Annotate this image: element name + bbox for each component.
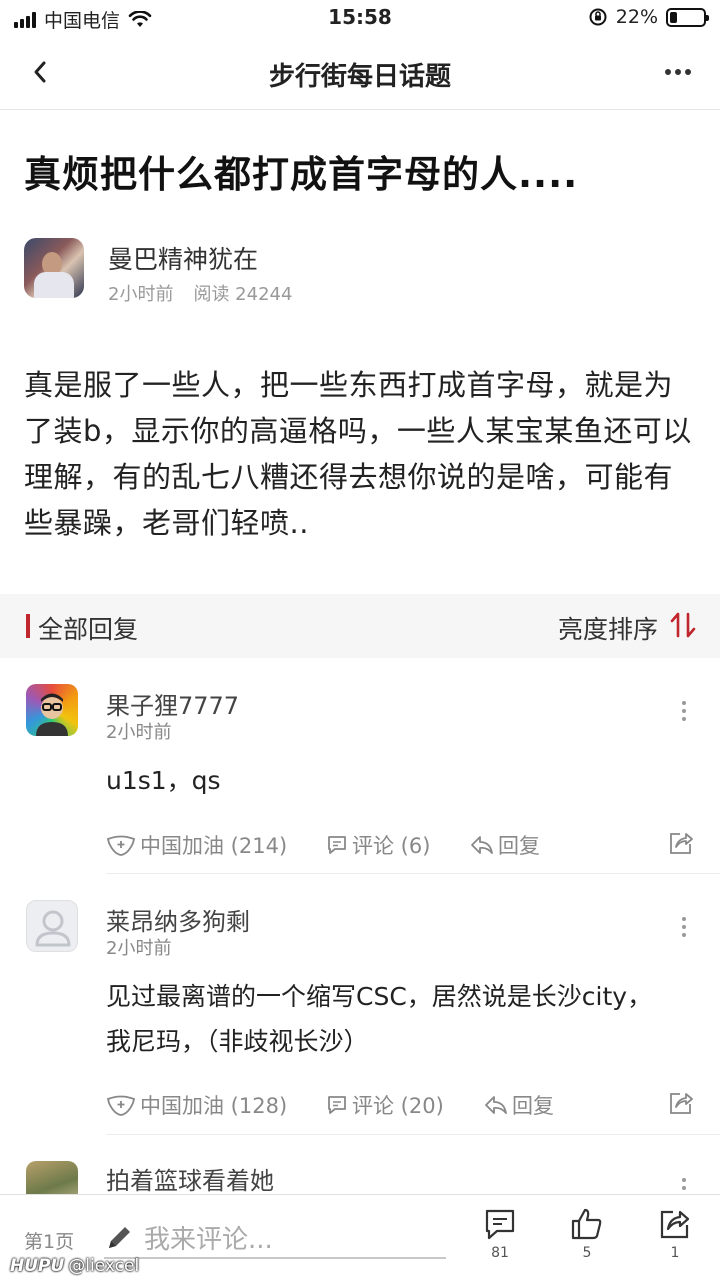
comment-item: 莱昂纳多狗剩 2小时前 见过最离谱的一个缩写CSC，居然说是长沙city，我尼玛… xyxy=(0,874,720,1134)
post-title: 真烦把什么都打成首字母的人.... xyxy=(24,153,579,196)
likes-count: 5 xyxy=(582,1245,592,1261)
cheer-label: 中国加油 (214) xyxy=(140,834,288,858)
comment-item: 果子狸7777 2小时前 u1s1，qs 中国加油 (214) 评论 (6) 回… xyxy=(0,658,720,873)
share-icon xyxy=(660,1210,690,1239)
sort-icon[interactable] xyxy=(668,610,698,640)
commenter-name[interactable]: 拍着篮球看着她 xyxy=(106,1161,274,1194)
post-body: 真是服了一些人，把一些东西打成首字母，就是为了装b，显示你的高逼格吗，一些人某宝… xyxy=(24,368,692,540)
default-avatar-icon xyxy=(35,910,71,947)
watermark-handle: @liexcel xyxy=(68,1256,140,1276)
comments-button[interactable]: 81 xyxy=(470,1207,530,1261)
author-avatar[interactable] xyxy=(24,238,84,298)
comment-actions: 中国加油 (128) 评论 (20) 回复 xyxy=(106,1090,696,1120)
comment-time: 2小时前 xyxy=(106,938,172,959)
author-name[interactable]: 曼巴精神犹在 xyxy=(108,240,258,276)
cheer-button[interactable]: 中国加油 (214) xyxy=(106,830,287,860)
comment-count-label: 评论 (6) xyxy=(352,834,431,858)
back-button[interactable] xyxy=(22,54,58,90)
cheer-label: 中国加油 (128) xyxy=(140,1094,288,1118)
chevron-left-icon xyxy=(34,61,46,83)
share-button[interactable] xyxy=(668,1090,694,1116)
comment-more-button[interactable] xyxy=(674,696,694,726)
post-meta: 2小时前 阅读 24244 xyxy=(108,280,292,306)
more-horizontal-icon xyxy=(665,69,691,75)
commenter-avatar[interactable] xyxy=(26,900,78,952)
nav-bar: 步行街每日话题 xyxy=(0,36,720,110)
commenter-avatar[interactable] xyxy=(26,1161,78,1194)
pen-icon xyxy=(109,1227,130,1248)
status-bar: 中国电信 15:58 22% xyxy=(0,0,720,36)
more-button[interactable] xyxy=(658,54,698,90)
cheer-icon xyxy=(106,835,136,856)
section-accent-bar xyxy=(26,614,30,638)
share-icon xyxy=(670,1093,693,1114)
shares-count: 1 xyxy=(670,1245,680,1261)
watermark: HUPU @liexcel xyxy=(10,1256,139,1276)
avatar-face-icon xyxy=(36,693,68,736)
comment-icon xyxy=(328,1096,346,1114)
nav-title: 步行街每日话题 xyxy=(268,62,451,92)
reply-button[interactable]: 回复 xyxy=(470,830,540,860)
post-time: 2小时前 xyxy=(108,284,174,305)
comment-text: u1s1，qs xyxy=(106,766,221,795)
reply-button[interactable]: 回复 xyxy=(484,1090,554,1120)
comment-more-button[interactable] xyxy=(674,1173,694,1194)
battery-percent: 22% xyxy=(615,6,658,28)
commenter-name[interactable]: 莱昂纳多狗剩 xyxy=(106,902,250,937)
commenter-avatar[interactable] xyxy=(26,684,78,736)
comment-button[interactable]: 评论 (6) xyxy=(326,830,430,860)
comment-button[interactable]: 评论 (20) xyxy=(326,1090,444,1120)
cheer-button[interactable]: 中国加油 (128) xyxy=(106,1090,287,1120)
comment-item: 拍着篮球看着她 xyxy=(0,1135,720,1194)
reply-icon xyxy=(485,1096,507,1114)
comments-icon xyxy=(485,1209,515,1240)
share-icon xyxy=(670,833,693,854)
thumbs-up-icon xyxy=(571,1208,602,1240)
watermark-brand: HUPU xyxy=(10,1256,65,1276)
status-right: 22% xyxy=(588,6,709,28)
post-reads: 阅读 24244 xyxy=(193,284,293,305)
comment-actions: 中国加油 (214) 评论 (6) 回复 xyxy=(106,830,696,860)
reply-label: 回复 xyxy=(512,1094,554,1118)
rotation-lock-icon xyxy=(589,8,607,26)
comments-count: 81 xyxy=(491,1245,509,1261)
reply-icon xyxy=(471,836,493,854)
cheer-icon xyxy=(106,1095,136,1116)
replies-title: 全部回复 xyxy=(38,615,139,644)
like-button[interactable]: 5 xyxy=(557,1207,617,1261)
sort-button[interactable]: 亮度排序 xyxy=(558,610,658,646)
reply-label: 回复 xyxy=(498,834,540,858)
commenter-name[interactable]: 果子狸7777 xyxy=(106,686,239,721)
comment-more-button[interactable] xyxy=(674,912,694,942)
replies-header: 全部回复 亮度排序 xyxy=(0,594,720,658)
page-indicator[interactable]: 第1页 xyxy=(24,1227,74,1254)
comment-icon xyxy=(328,836,346,854)
share-post-button[interactable]: 1 xyxy=(645,1207,705,1261)
input-underline xyxy=(104,1257,446,1259)
comment-count-label: 评论 (20) xyxy=(352,1094,444,1118)
share-button[interactable] xyxy=(668,830,694,856)
comment-time: 2小时前 xyxy=(106,722,172,743)
comment-text: 见过最离谱的一个缩写CSC，居然说是长沙city，我尼玛，（非歧视长沙） xyxy=(106,982,653,1056)
comment-input[interactable]: 我来评论... xyxy=(144,1219,273,1256)
battery-icon xyxy=(666,7,709,27)
